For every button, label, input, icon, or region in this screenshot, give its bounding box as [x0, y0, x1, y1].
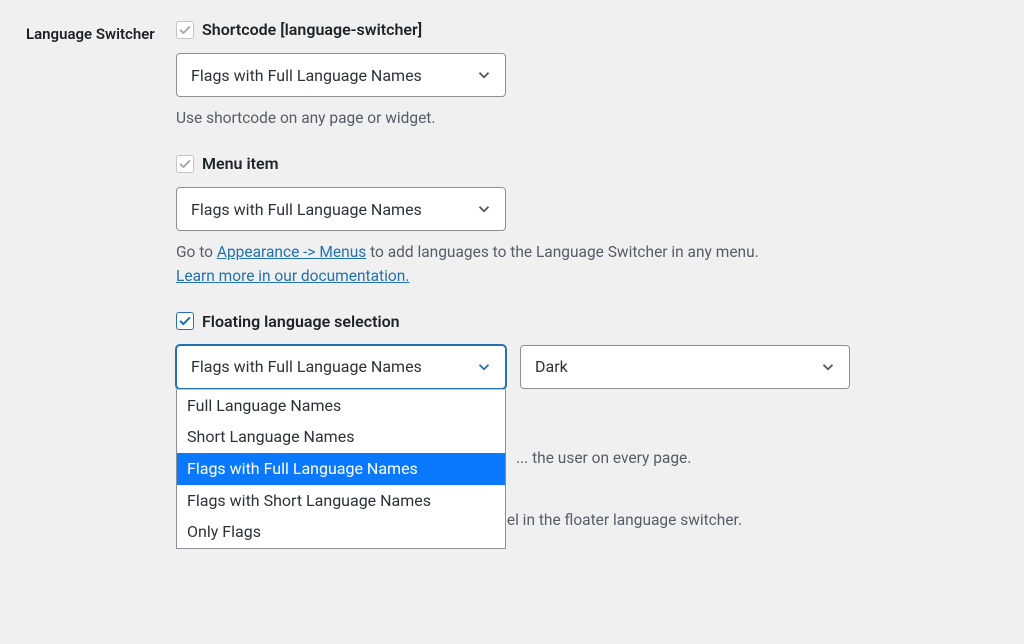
- floating-theme-select[interactable]: Dark: [520, 345, 850, 389]
- shortcode-checkbox[interactable]: [176, 21, 194, 39]
- menuitem-section: Menu item Flags with Full Language Names…: [176, 154, 998, 288]
- menuitem-select[interactable]: Flags with Full Language Names: [176, 187, 506, 231]
- dropdown-option[interactable]: Only Flags: [177, 516, 505, 548]
- shortcode-label: Shortcode [language-switcher]: [202, 20, 422, 39]
- appearance-menus-link[interactable]: Appearance -> Menus: [217, 243, 366, 261]
- floating-style-dropdown: Full Language NamesShort Language NamesF…: [176, 389, 506, 549]
- chevron-down-icon: [819, 358, 837, 376]
- chevron-down-icon: [475, 358, 493, 376]
- menuitem-help-prefix: Go to: [176, 243, 217, 261]
- shortcode-select[interactable]: Flags with Full Language Names: [176, 53, 506, 97]
- dropdown-option[interactable]: Full Language Names: [177, 390, 505, 422]
- shortcode-section: Shortcode [language-switcher] Flags with…: [176, 20, 998, 130]
- section-title: Language Switcher: [26, 20, 176, 45]
- shortcode-select-value: Flags with Full Language Names: [191, 66, 422, 85]
- menuitem-select-value: Flags with Full Language Names: [191, 200, 422, 219]
- floating-label: Floating language selection: [202, 312, 400, 331]
- chevron-down-icon: [475, 200, 493, 218]
- floating-section: Floating language selection Flags with F…: [176, 312, 998, 470]
- dropdown-option[interactable]: Short Language Names: [177, 421, 505, 453]
- menuitem-label: Menu item: [202, 154, 279, 173]
- shortcode-help: Use shortcode on any page or widget.: [176, 107, 998, 130]
- menuitem-checkbox[interactable]: [176, 155, 194, 173]
- dropdown-option[interactable]: Flags with Full Language Names: [177, 453, 505, 485]
- menuitem-help: Go to Appearance -> Menus to add languag…: [176, 241, 998, 288]
- floating-checkbox[interactable]: [176, 312, 194, 330]
- chevron-down-icon: [475, 66, 493, 84]
- dropdown-option[interactable]: Flags with Short Language Names: [177, 485, 505, 517]
- menuitem-help-suffix: to add languages to the Language Switche…: [366, 243, 758, 261]
- floating-style-select-value: Flags with Full Language Names: [191, 357, 422, 376]
- documentation-link[interactable]: Learn more in our documentation.: [176, 267, 409, 285]
- floating-style-select[interactable]: Flags with Full Language Names: [176, 345, 506, 389]
- floating-theme-select-value: Dark: [535, 357, 568, 376]
